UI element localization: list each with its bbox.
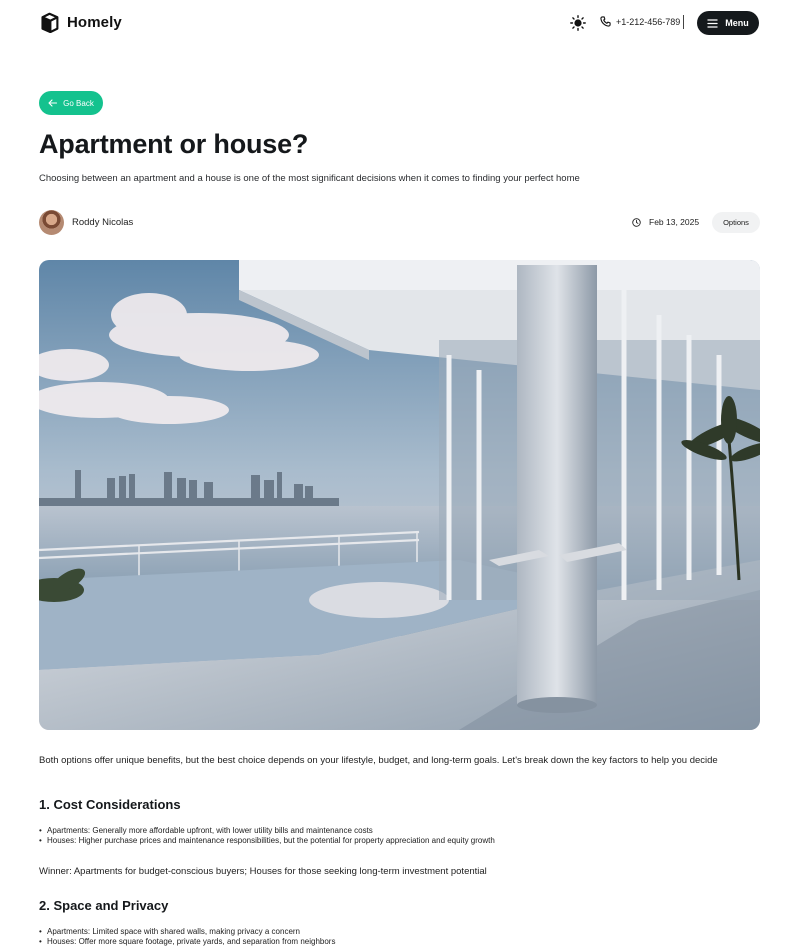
arrow-left-icon <box>48 99 58 107</box>
phone-number: +1-212-456-789 <box>616 16 681 27</box>
section-heading-space: 2. Space and Privacy <box>39 898 169 913</box>
options-button[interactable]: Options <box>712 212 760 233</box>
go-back-label: Go Back <box>63 98 94 108</box>
menu-button[interactable]: Menu <box>697 11 759 35</box>
brand-name: Homely <box>67 14 122 31</box>
hero-image <box>39 260 760 730</box>
author-info[interactable]: Roddy Nicolas <box>39 210 133 235</box>
cost-bullets: Apartments: Generally more affordable up… <box>39 826 495 846</box>
menu-icon <box>707 18 718 28</box>
clock-icon <box>632 217 641 227</box>
site-header: Homely +1-212-456-789 Menu <box>0 0 798 46</box>
phone-link[interactable]: +1-212-456-789 <box>600 16 680 27</box>
article-intro: Both options offer unique benefits, but … <box>39 755 718 766</box>
cost-winner-note: Winner: Apartments for budget-conscious … <box>39 866 487 877</box>
list-item: Houses: Offer more square footage, priva… <box>39 937 335 947</box>
section-heading-cost: 1. Cost Considerations <box>39 797 181 812</box>
sun-icon <box>570 15 586 31</box>
go-back-button[interactable]: Go Back <box>39 91 103 115</box>
logo-icon <box>41 12 59 33</box>
list-item: Houses: Higher purchase prices and maint… <box>39 836 495 846</box>
date-text: Feb 13, 2025 <box>649 217 700 227</box>
menu-label: Menu <box>725 18 749 28</box>
list-item: Apartments: Generally more affordable up… <box>39 826 495 836</box>
hero-illustration <box>39 260 760 730</box>
brand-logo[interactable]: Homely <box>39 12 122 33</box>
avatar <box>39 210 64 235</box>
publish-date: Feb 13, 2025 <box>632 217 699 227</box>
phone-icon <box>600 16 611 27</box>
header-divider <box>683 15 684 29</box>
article-title: Apartment or house? <box>39 129 309 159</box>
space-bullets: Apartments: Limited space with shared wa… <box>39 927 335 947</box>
theme-toggle-button[interactable] <box>569 14 587 32</box>
article-subtitle: Choosing between an apartment and a hous… <box>39 173 580 184</box>
author-name: Roddy Nicolas <box>72 217 134 228</box>
list-item: Apartments: Limited space with shared wa… <box>39 927 335 937</box>
